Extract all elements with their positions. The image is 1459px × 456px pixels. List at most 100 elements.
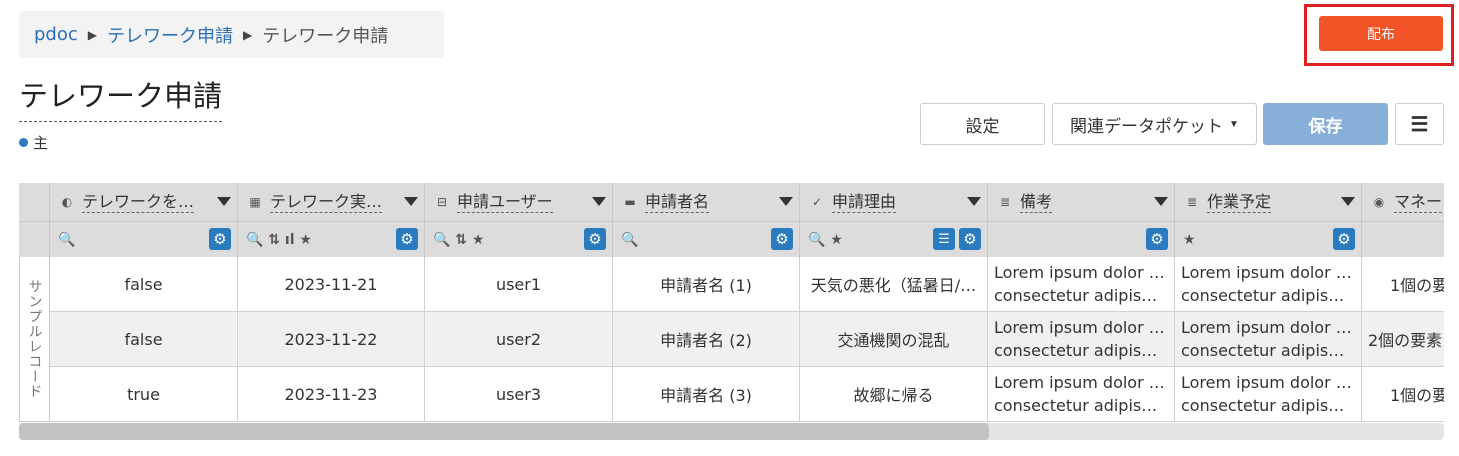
cell-value: false xyxy=(124,329,163,349)
table-cell[interactable]: user1 xyxy=(425,257,613,312)
calendar-icon: ▦ xyxy=(249,195,261,209)
cell-value: user3 xyxy=(495,384,542,404)
list-icon[interactable]: ☰ xyxy=(933,228,955,250)
column-title[interactable]: テレワーク実… xyxy=(270,192,383,213)
table-cell[interactable]: 申請者名 (1) xyxy=(613,257,800,312)
text-field-icon: ▬ xyxy=(624,195,636,209)
column-dropdown-icon[interactable] xyxy=(592,197,606,206)
table-cell[interactable]: Lorem ipsum dolor … consectetur adipisci… xyxy=(988,312,1175,367)
column-title[interactable]: 申請者名 xyxy=(645,192,710,213)
header-corner-tools xyxy=(19,221,50,257)
table-cell[interactable]: Lorem ipsum dolor … consectetur adipisci… xyxy=(1175,312,1362,367)
gear-icon[interactable]: ⚙ xyxy=(209,228,231,250)
column-header-4[interactable]: ✓ 申請理由 xyxy=(800,183,988,221)
table-cell[interactable]: Lorem ipsum dolor … consectetur adipisci… xyxy=(1175,257,1362,312)
gear-icon[interactable]: ⚙ xyxy=(959,228,981,250)
table-cell[interactable]: 2個の要素 xyxy=(1362,312,1444,367)
related-datapocket-button[interactable]: 関連データポケット ▼ xyxy=(1052,103,1257,145)
breadcrumb: pdoc ▶ テレワーク申請 ▶ テレワーク申請 xyxy=(19,11,444,58)
gear-icon[interactable]: ⚙ xyxy=(771,228,793,250)
column-header-7[interactable]: ◉ マネー xyxy=(1362,183,1444,221)
page-title[interactable]: テレワーク申請 xyxy=(19,77,223,122)
column-title[interactable]: 備考 xyxy=(1020,192,1053,213)
table-cell[interactable]: user2 xyxy=(425,312,613,367)
table-cell[interactable]: 申請者名 (2) xyxy=(613,312,800,367)
column-dropdown-icon[interactable] xyxy=(967,197,981,206)
user-field-icon: ⊟ xyxy=(436,195,448,209)
table-cell[interactable]: 天気の悪化（猛暑日/… xyxy=(800,257,988,312)
column-tools-3: 🔍 ⚙ xyxy=(613,221,800,257)
cell-value: Lorem ipsum dolor … xyxy=(994,318,1165,337)
cell-value: consectetur adipisci… xyxy=(994,341,1166,360)
table-cell[interactable]: 2023-11-23 xyxy=(238,367,425,422)
cell-value: Lorem ipsum dolor … xyxy=(1181,318,1352,337)
column-tools-4: 🔍 ★ ⚙ ☰ xyxy=(800,221,988,257)
table-cell[interactable]: user3 xyxy=(425,367,613,422)
column-tool-icons[interactable]: 🔍 xyxy=(58,232,75,248)
row-group-label: サンプルレコード xyxy=(19,257,50,422)
horizontal-scrollbar[interactable] xyxy=(19,423,1444,440)
scrollbar-thumb[interactable] xyxy=(19,423,989,440)
table-cell[interactable]: Lorem ipsum dolor … consectetur adipisci… xyxy=(988,367,1175,422)
column-title[interactable]: テレワークを… xyxy=(82,192,195,213)
column-header-5[interactable]: ≣ 備考 xyxy=(988,183,1175,221)
money-icon: ◉ xyxy=(1373,195,1385,209)
gear-icon[interactable]: ⚙ xyxy=(1333,228,1355,250)
gear-icon[interactable]: ⚙ xyxy=(1146,228,1168,250)
column-tools-0: 🔍 ⚙ xyxy=(50,221,238,257)
cell-value: 交通機関の混乱 xyxy=(837,331,950,350)
breadcrumb-separator-icon: ▶ xyxy=(87,27,97,42)
table-cell[interactable]: true xyxy=(50,367,238,422)
cell-value: 1個の要 xyxy=(1390,386,1444,405)
main-tag: 主 xyxy=(19,132,48,153)
column-dropdown-icon[interactable] xyxy=(1154,197,1168,206)
column-tool-icons[interactable]: 🔍 ⇅ ıl ★ xyxy=(246,232,312,248)
column-header-1[interactable]: ▦ テレワーク実… xyxy=(238,183,425,221)
table-cell[interactable]: 交通機関の混乱 xyxy=(800,312,988,367)
column-title[interactable]: 申請理由 xyxy=(832,192,897,213)
column-title[interactable]: マネー xyxy=(1394,192,1443,213)
records-grid: サンプルレコード ◐ テレワークを… 🔍 ⚙ ▦ テレワーク実… 🔍 ⇅ ıl ★ ⚙ ⊟ 申請ユ… xyxy=(19,183,1444,441)
settings-button[interactable]: 設定 xyxy=(920,103,1045,145)
cell-value: 2個の要素 xyxy=(1368,331,1443,350)
column-tool-icons[interactable]: 🔍 ★ xyxy=(808,232,843,248)
column-title[interactable]: 作業予定 xyxy=(1207,192,1272,213)
cell-value: consectetur adipisci… xyxy=(1181,396,1353,415)
cell-value: consectetur adipisci… xyxy=(1181,341,1353,360)
cell-value: Lorem ipsum dolor … xyxy=(1181,373,1352,392)
table-cell[interactable]: 故郷に帰る xyxy=(800,367,988,422)
distribute-button[interactable]: 配布 xyxy=(1319,16,1443,51)
save-button[interactable]: 保存 xyxy=(1263,103,1388,145)
column-header-6[interactable]: ≣ 作業予定 xyxy=(1175,183,1362,221)
column-header-0[interactable]: ◐ テレワークを… xyxy=(50,183,238,221)
gear-icon[interactable]: ⚙ xyxy=(584,228,606,250)
table-cell[interactable]: false xyxy=(50,257,238,312)
table-cell[interactable]: 1個の要 xyxy=(1362,367,1444,422)
column-dropdown-icon[interactable] xyxy=(404,197,418,206)
table-cell[interactable]: 2023-11-22 xyxy=(238,312,425,367)
document-icon: ≣ xyxy=(1186,195,1198,209)
column-header-3[interactable]: ▬ 申請者名 xyxy=(613,183,800,221)
cell-value: Lorem ipsum dolor … xyxy=(994,373,1165,392)
column-tool-icons[interactable]: 🔍 xyxy=(621,232,638,248)
cell-value: false xyxy=(124,274,163,294)
breadcrumb-parent-link[interactable]: テレワーク申請 xyxy=(107,22,233,48)
table-cell[interactable]: Lorem ipsum dolor … consectetur adipisci… xyxy=(988,257,1175,312)
gear-icon[interactable]: ⚙ xyxy=(396,228,418,250)
table-cell[interactable]: 2023-11-21 xyxy=(238,257,425,312)
column-tool-icons[interactable]: ★ xyxy=(1183,232,1196,248)
table-cell[interactable]: Lorem ipsum dolor … consectetur adipisci… xyxy=(1175,367,1362,422)
column-dropdown-icon[interactable] xyxy=(779,197,793,206)
column-tools-6: ★ ⚙ xyxy=(1175,221,1362,257)
menu-button[interactable]: ☰ xyxy=(1395,103,1444,145)
table-cell[interactable]: 申請者名 (3) xyxy=(613,367,800,422)
column-title[interactable]: 申請ユーザー xyxy=(457,192,553,213)
header-corner xyxy=(19,183,50,221)
column-dropdown-icon[interactable] xyxy=(1341,197,1355,206)
column-header-2[interactable]: ⊟ 申請ユーザー xyxy=(425,183,613,221)
column-dropdown-icon[interactable] xyxy=(217,197,231,206)
column-tool-icons[interactable]: 🔍 ⇅ ★ xyxy=(433,232,484,248)
table-cell[interactable]: false xyxy=(50,312,238,367)
breadcrumb-root-link[interactable]: pdoc xyxy=(34,24,78,45)
table-cell[interactable]: 1個の要 xyxy=(1362,257,1444,312)
